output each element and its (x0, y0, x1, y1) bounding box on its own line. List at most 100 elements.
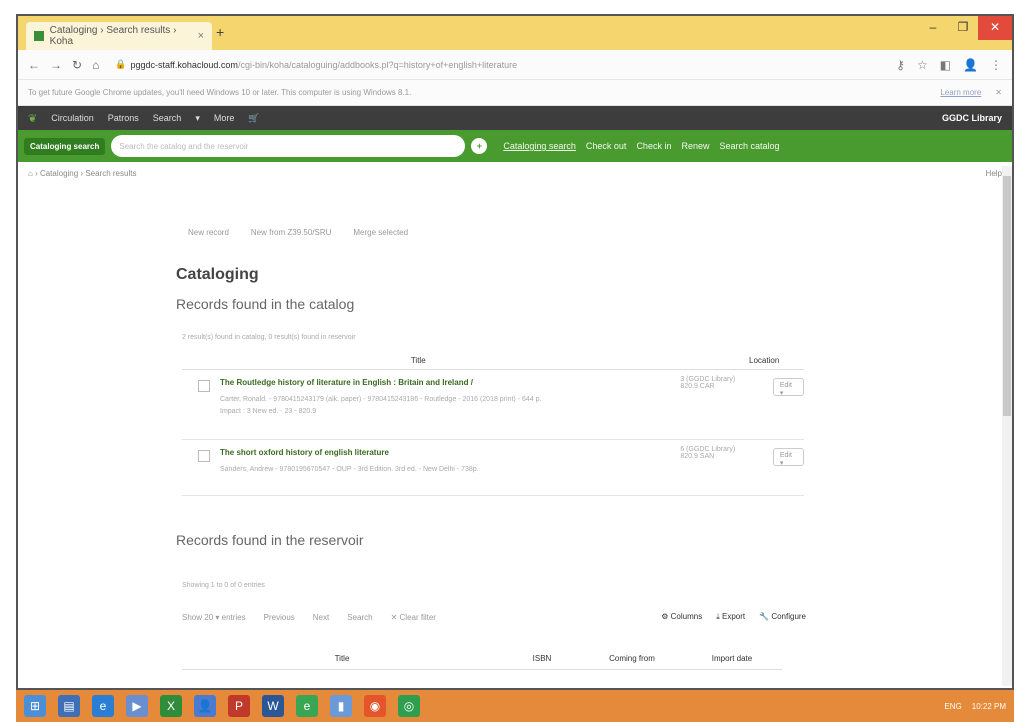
media-icon[interactable]: ▶ (126, 695, 148, 717)
new-z3950-button[interactable]: New from Z39.50/SRU (251, 228, 331, 237)
close-tab-icon[interactable]: × (198, 30, 204, 42)
firefox-icon[interactable]: ◉ (364, 695, 386, 717)
record-title-link[interactable]: The Routledge history of literature in E… (220, 378, 647, 387)
link-cataloging-search[interactable]: Cataloging search (503, 141, 576, 151)
merge-selected-button[interactable]: Merge selected (353, 228, 408, 237)
file-explorer-icon[interactable]: ▤ (58, 695, 80, 717)
results-summary: 2 result(s) found in catalog, 0 result(s… (182, 334, 356, 341)
koha-favicon-icon (34, 31, 44, 41)
tray-clock[interactable]: 10:22 PM (972, 702, 1006, 711)
link-check-out[interactable]: Check out (586, 141, 627, 151)
scrollbar-thumb[interactable] (1003, 176, 1011, 416)
record-location: 3 (GGDC Library) 820.9 CAR (680, 376, 736, 390)
url-path: /cgi-bin/koha/cataloguing/addbooks.pl?q=… (237, 59, 518, 70)
col-coming-from[interactable]: Coming from (582, 654, 682, 669)
profile-icon[interactable]: 👤 (963, 58, 978, 72)
nav-search[interactable]: Search (153, 113, 182, 123)
chrome-icon[interactable]: ◎ (398, 695, 420, 717)
system-tray: ENG 10:22 PM (944, 702, 1006, 711)
col-title[interactable]: Title (182, 356, 654, 365)
catalog-results-table: Title Location The Routledge history of … (182, 352, 804, 496)
edit-dropdown-button[interactable]: Edit ▾ (772, 448, 804, 467)
tab-title: Cataloging › Search results › Koha (49, 25, 177, 47)
address-bar: ← → ↻ ⌂ 🔒 pggdc-staff.kohacloud.com /cgi… (18, 50, 1012, 80)
configure-button[interactable]: 🔧 Configure (759, 612, 806, 622)
export-button[interactable]: ⤓ Export (716, 612, 745, 622)
nav-search-dropdown-icon[interactable]: ▾ (195, 113, 200, 124)
search-bar: Cataloging search Search the catalog and… (18, 130, 1012, 162)
learn-more-link[interactable]: Learn more (940, 88, 981, 97)
reservoir-heading: Records found in the reservoir (176, 532, 364, 548)
breadcrumb-home-icon[interactable]: ⌂ (28, 169, 33, 178)
url-host: pggdc-staff.kohacloud.com (130, 59, 238, 70)
url-field[interactable]: 🔒 pggdc-staff.kohacloud.com /cgi-bin/koh… (109, 55, 886, 75)
lock-icon: 🔒 (115, 59, 127, 69)
minimize-icon[interactable]: – (918, 16, 948, 40)
edit-dropdown-button[interactable]: Edit ▾ (772, 378, 804, 397)
nav-patrons[interactable]: Patrons (108, 113, 139, 123)
clear-filter-button[interactable]: ✕ Clear filter (391, 613, 436, 622)
excel-icon[interactable]: X (160, 695, 182, 717)
browser-tab[interactable]: Cataloging › Search results › Koha × (26, 22, 212, 50)
link-search-catalog[interactable]: Search catalog (719, 141, 779, 151)
search-submit-icon[interactable]: + (471, 138, 488, 154)
word-icon[interactable]: W (262, 695, 284, 717)
previous-button[interactable]: Previous (264, 613, 295, 622)
reservoir-info: Showing 1 to 0 of 0 entries (182, 582, 265, 589)
record-meta: Sanders, Andrew - 9780195670547 - OUP - … (220, 466, 479, 473)
columns-button[interactable]: ⚙ Columns (661, 612, 702, 622)
col-isbn[interactable]: ISBN (502, 654, 582, 669)
record-location: 6 (GGDC Library) 820.9 SAN (680, 446, 736, 460)
select-checkbox[interactable] (198, 450, 210, 462)
people-icon[interactable]: 👤 (194, 695, 216, 717)
ie-icon[interactable]: e (92, 695, 114, 717)
show-entries[interactable]: Show 20 ▾ entries (182, 613, 246, 622)
infobar-text: To get future Google Chrome updates, you… (28, 88, 412, 97)
new-record-button[interactable]: New record (188, 228, 229, 237)
forward-icon[interactable]: → (50, 58, 62, 72)
menu-icon[interactable]: ⋮ (990, 58, 1002, 72)
nav-more[interactable]: More (214, 113, 235, 123)
tray-lang[interactable]: ENG (944, 702, 961, 711)
edge-icon[interactable]: e (296, 695, 318, 717)
cart-icon[interactable]: 🛒 (248, 113, 259, 124)
window-close-icon[interactable]: ✕ (978, 16, 1012, 40)
cataloging-toolbar: New record New from Z39.50/SRU Merge sel… (188, 228, 408, 237)
search-category-button[interactable]: Cataloging search (24, 137, 106, 155)
infobar-close-icon[interactable]: ✕ (995, 88, 1002, 97)
star-icon[interactable]: ☆ (917, 58, 928, 72)
reservoir-table-header: Title ISBN Coming from Import date (182, 654, 782, 670)
page-title: Cataloging (176, 266, 259, 283)
next-button[interactable]: Next (313, 613, 329, 622)
tab-bar: Cataloging › Search results › Koha × + –… (18, 16, 1012, 50)
link-renew[interactable]: Renew (681, 141, 709, 151)
nav-circulation[interactable]: Circulation (51, 113, 94, 123)
record-meta-2: Impact : 3 New ed. - 23 - 820.9 (220, 408, 317, 415)
record-title-link[interactable]: The short oxford history of english lite… (220, 448, 647, 457)
select-checkbox[interactable] (198, 380, 210, 392)
notes-icon[interactable]: ▮ (330, 695, 352, 717)
table-row: The Routledge history of literature in E… (182, 370, 804, 440)
start-icon[interactable]: ⊞ (24, 695, 46, 717)
back-icon[interactable]: ← (28, 58, 40, 72)
key-icon[interactable]: ⚷ (896, 58, 905, 72)
new-tab-icon[interactable]: + (216, 24, 224, 40)
search-input[interactable]: Search the catalog and the reservoir (111, 135, 466, 157)
breadcrumb-cataloging[interactable]: Cataloging (40, 169, 78, 178)
col-location[interactable]: Location (724, 356, 804, 365)
reload-icon[interactable]: ↻ (72, 58, 82, 72)
table-row: The short oxford history of english lite… (182, 440, 804, 496)
help-link[interactable]: Help (986, 169, 1002, 178)
windows-taskbar: ⊞ ▤ e ▶ X 👤 P W e ▮ ◉ ◎ ENG 10:22 PM (16, 690, 1014, 722)
library-name[interactable]: GGDC Library (942, 113, 1002, 123)
extensions-icon[interactable]: ◧ (940, 58, 951, 72)
breadcrumb-current: Search results (85, 168, 137, 178)
col-import-date[interactable]: Import date (682, 654, 782, 669)
col-res-title[interactable]: Title (182, 654, 502, 669)
koha-logo-icon[interactable]: ❦ (28, 112, 37, 125)
powerpoint-icon[interactable]: P (228, 695, 250, 717)
home-icon[interactable]: ⌂ (92, 58, 99, 72)
catalog-heading: Records found in the catalog (176, 296, 355, 312)
restore-icon[interactable]: ❐ (948, 16, 978, 40)
link-check-in[interactable]: Check in (636, 141, 671, 151)
